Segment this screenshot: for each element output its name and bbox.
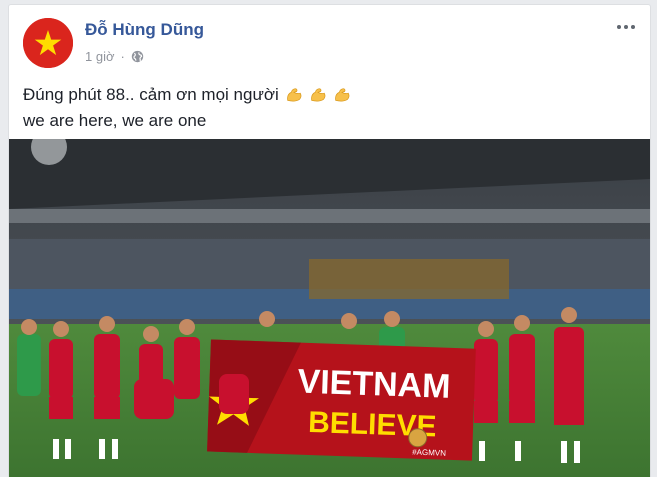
banner-hashtag: #AGMVN [412,448,446,458]
roof-edge [9,209,650,223]
author-name[interactable]: Đỗ Hùng Dũng [85,20,204,40]
avatar[interactable] [23,18,73,68]
yellow-seats [309,259,509,299]
vietnam-flag-icon [23,18,73,68]
separator: · [120,49,125,64]
goalkeeper-left [17,334,41,396]
more-options-icon[interactable] [614,17,638,37]
post-text-line-1-content: Đúng phút 88.. cảm ơn mọi người [23,85,279,104]
timestamp[interactable]: 1 giờ [85,49,115,64]
post-text-line-2: we are here, we are one [23,111,207,130]
post-photo[interactable]: VIETNAM BELIEVE #AGMVN [9,129,650,477]
medal [408,428,428,448]
flexed-biceps-emoji-icon [310,88,326,102]
flexed-biceps-emoji-icon [286,88,302,102]
post-text: Đúng phút 88.. cảm ơn mọi người we are h… [23,82,623,134]
team-photo: VIETNAM BELIEVE #AGMVN [9,129,650,477]
post-card: Đỗ Hùng Dũng 1 giờ · Đúng phút 88.. cảm … [8,4,651,477]
post-text-line-1: Đúng phút 88.. cảm ơn mọi người [23,82,623,108]
post-meta: 1 giờ · [85,49,144,64]
banner-text-vietnam: VIETNAM [297,363,451,406]
globe-icon[interactable] [131,50,144,63]
flexed-biceps-emoji-icon [334,88,350,102]
